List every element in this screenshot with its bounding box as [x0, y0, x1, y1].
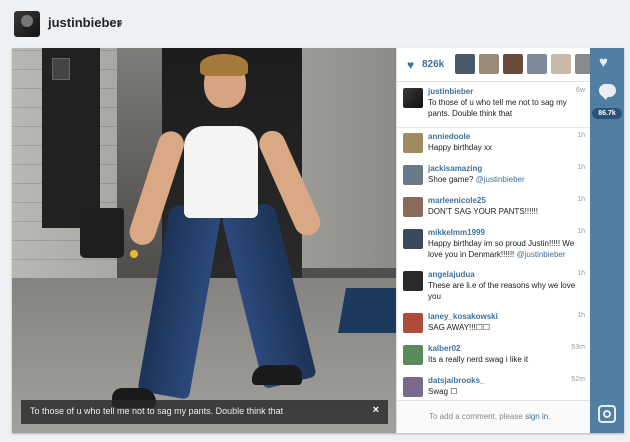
comment-bubble-icon[interactable] [599, 84, 616, 100]
likes-bar: ♥ 826k [397, 48, 595, 82]
like-heart-icon[interactable]: ♥ [599, 54, 608, 71]
comment-item: marleenicole25 1h DON'T SAG YOUR PANTS!!!!… [397, 192, 591, 224]
commenter-avatar[interactable] [403, 229, 423, 249]
author-avatar[interactable] [403, 88, 423, 108]
photo-table [338, 288, 396, 333]
liker-avatar[interactable] [503, 54, 523, 74]
action-rail: ♥ 86.7k [590, 48, 624, 433]
commenter-username[interactable]: anniedoole [428, 131, 585, 142]
post-time: 6w [576, 87, 585, 94]
liker-avatar[interactable] [551, 54, 571, 74]
instagram-icon[interactable] [598, 405, 616, 423]
comment-time: 1h [577, 132, 585, 139]
chevron-down-icon[interactable]: ▾ [118, 19, 123, 30]
photo-sign [52, 58, 70, 80]
photo-door [42, 48, 100, 228]
comment-time: 1h [577, 270, 585, 277]
photo-ball [130, 250, 138, 258]
commenter-avatar[interactable] [403, 165, 423, 185]
caption-text: To those of u who tell me not to sag my … [30, 406, 284, 416]
sign-in-link[interactable]: sign in [525, 412, 548, 421]
comment-text: Happy birthday im so proud Justin!!!!! W… [428, 239, 575, 259]
comment-item: kalber02 53m Its a really nerd swag i like… [397, 340, 591, 372]
commenter-avatar[interactable] [403, 271, 423, 291]
comment-time: 52m [571, 376, 585, 383]
comment-item: jackisamazing 1h Shoe game? @justinbieber [397, 160, 591, 192]
comment-item: angelajudua 1h These are li.e of the reaso… [397, 266, 591, 308]
comment-text: Shoe game? @justinbieber [428, 175, 525, 184]
photo-person-hair [200, 54, 248, 76]
comment-time: 1h [577, 312, 585, 319]
likes-count[interactable]: 826k [422, 59, 444, 70]
comment-count-badge: 86.7k [592, 108, 622, 119]
comment-time: 1h [577, 228, 585, 235]
commenter-username[interactable]: angelajudua [428, 269, 585, 280]
comment-item: mikkelmm1999 1h Happy birthday im so proud… [397, 224, 591, 266]
post-photo[interactable]: To those of u who tell me not to sag my … [12, 48, 396, 433]
comment-text: SAG AWAY!!!☐☐ [428, 323, 491, 332]
top-bar: justinbieber ▾ [0, 0, 630, 48]
comment-item: datsjaibrooks_ 52m Swag ☐ [397, 372, 591, 400]
commenter-username[interactable]: marleenicole25 [428, 195, 585, 206]
comment-text: Happy birthday xx [428, 143, 493, 152]
commenter-avatar[interactable] [403, 345, 423, 365]
commenter-username[interactable]: datsjaibrooks_ [428, 375, 585, 386]
author-username[interactable]: justinbieber [428, 87, 473, 96]
comment-time: 53m [571, 344, 585, 351]
post-caption: justinbieber 6w To those of u who tell m… [397, 82, 591, 128]
caption-overlay: To those of u who tell me not to sag my … [21, 400, 388, 424]
profile-avatar[interactable] [14, 11, 40, 37]
commenter-username[interactable]: jackisamazing [428, 163, 585, 174]
close-icon[interactable]: × [373, 404, 379, 416]
comment-text: DON'T SAG YOUR PANTS!!!!!! [428, 207, 538, 216]
commenter-avatar[interactable] [403, 197, 423, 217]
liker-avatar[interactable] [479, 54, 499, 74]
add-comment-text: To add a comment, please sign in. [429, 412, 551, 421]
commenter-username[interactable]: kalber02 [428, 343, 585, 354]
commenter-avatar[interactable] [403, 133, 423, 153]
commenter-avatar[interactable] [403, 377, 423, 397]
media-card: To those of u who tell me not to sag my … [12, 48, 624, 433]
mention-link[interactable]: @justinbieber [516, 250, 565, 259]
liker-avatar[interactable] [455, 54, 475, 74]
comment-time: 1h [577, 196, 585, 203]
comment-time: 1h [577, 164, 585, 171]
comments-list[interactable]: anniedoole 1h Happy birthday xx jackisamazi… [397, 128, 591, 400]
photo-wall-right [302, 48, 396, 268]
mention-link[interactable]: @justinbieber [476, 175, 525, 184]
photo-person-torso [184, 126, 258, 218]
side-panel: ♥ 826k justinbieber 6w To those of u who… [396, 48, 595, 433]
comment-text: Its a really nerd swag i like it [428, 355, 529, 364]
comment-text: These are li.e of the reasons why we lov… [428, 281, 576, 301]
comment-item: laney_kosakowski 1h SAG AWAY!!!☐☐ [397, 308, 591, 340]
post-text: To those of u who tell me not to sag my … [428, 98, 567, 118]
photo-shoe-right [252, 365, 302, 385]
commenter-avatar[interactable] [403, 313, 423, 333]
comment-item: anniedoole 1h Happy birthday xx [397, 128, 591, 160]
commenter-username[interactable]: mikkelmm1999 [428, 227, 585, 238]
add-comment-bar: To add a comment, please sign in. [397, 400, 591, 433]
photo-trash-can [80, 208, 124, 258]
profile-username[interactable]: justinbieber [48, 15, 122, 30]
liker-avatar[interactable] [527, 54, 547, 74]
heart-icon: ♥ [407, 58, 415, 72]
commenter-username[interactable]: laney_kosakowski [428, 311, 585, 322]
comment-text: Swag ☐ [428, 387, 458, 396]
